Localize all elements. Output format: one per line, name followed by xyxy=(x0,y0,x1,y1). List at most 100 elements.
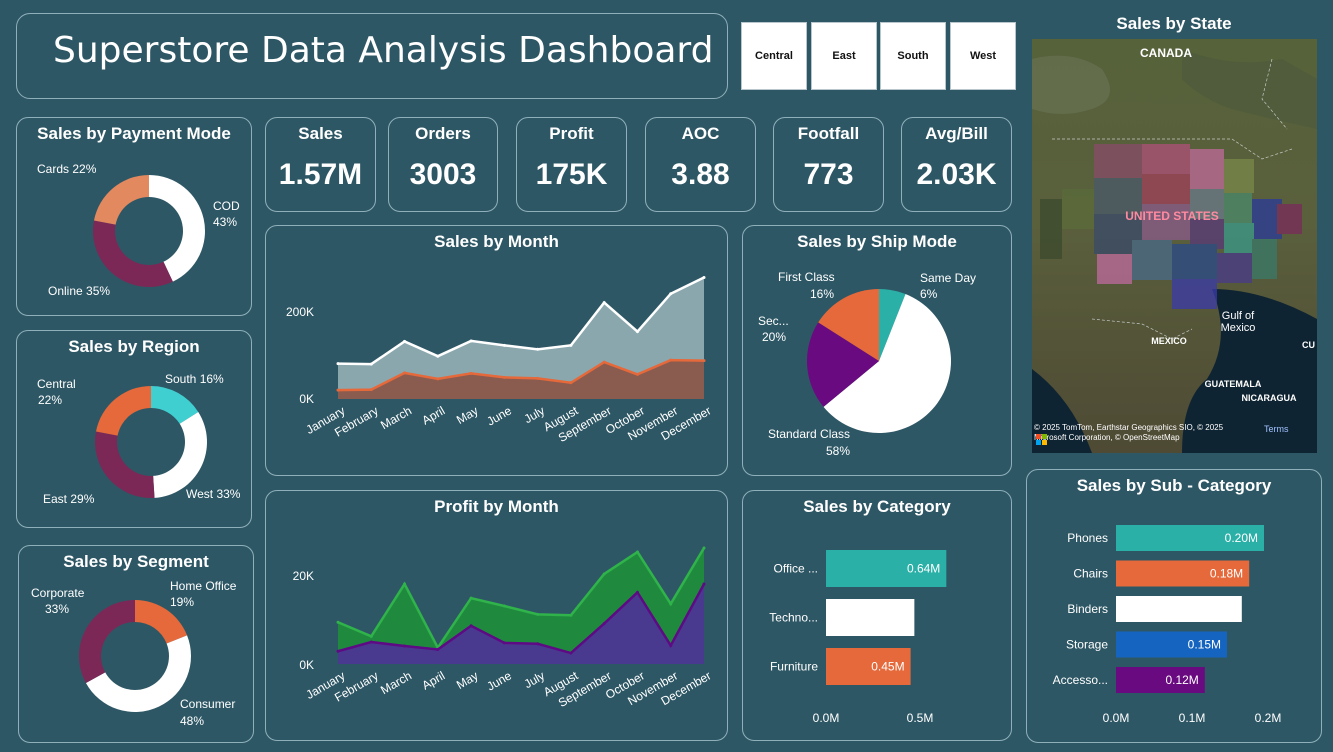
ship-mode-card: Sales by Ship Mode First Class 16% Same … xyxy=(742,225,1012,476)
kpi-aoc-card: AOC 3.88 xyxy=(645,117,756,212)
profit-month-point-1-5[interactable] xyxy=(502,641,506,645)
sales-month-point-0-4[interactable] xyxy=(469,339,473,343)
sales-month-point-1-3[interactable] xyxy=(436,377,440,381)
profit-month-point-1-10[interactable] xyxy=(669,644,673,648)
region-label-central-pct: 22% xyxy=(38,393,62,407)
kpi-profit-card: Profit 175K xyxy=(516,117,627,212)
profit-month-point-1-2[interactable] xyxy=(403,644,407,648)
profit-month-xtick-march: March xyxy=(378,668,414,697)
map-region-17 xyxy=(1132,240,1172,280)
profit-month-point-0-11[interactable] xyxy=(702,546,706,550)
profit-month-point-0-0[interactable] xyxy=(336,620,340,624)
kpi-sales-value: 1.57M xyxy=(278,158,363,191)
sales-month-point-0-11[interactable] xyxy=(702,275,706,279)
segment-donut xyxy=(79,600,192,713)
map-label-gulf-2: Mexico xyxy=(1221,322,1256,334)
map-region-2 xyxy=(1062,189,1094,229)
sales-month-point-1-5[interactable] xyxy=(502,375,506,379)
segment-card: Sales by Segment Corporate 33% Home Offi… xyxy=(18,545,254,743)
region-card: Sales by Region Central 22% South 16% We… xyxy=(16,330,252,528)
profit-month-point-0-7[interactable] xyxy=(569,613,573,617)
map-label-mexico: MEXICO xyxy=(1151,336,1187,346)
sales-month-point-0-2[interactable] xyxy=(403,339,407,343)
profit-month-point-1-4[interactable] xyxy=(469,624,473,628)
kpi-sales-label: Sales xyxy=(298,124,343,143)
map-region-21 xyxy=(1252,239,1277,279)
profit-month-chart: 20K 0K JanuaryFebruaryMarch April May June J… xyxy=(293,546,714,710)
sales-month-point-1-2[interactable] xyxy=(403,371,407,375)
profit-month-point-1-0[interactable] xyxy=(336,649,340,653)
sales-month-point-1-7[interactable] xyxy=(569,381,573,385)
sales-month-point-0-0[interactable] xyxy=(336,362,340,366)
profit-month-point-1-1[interactable] xyxy=(369,640,373,644)
profit-month-card: Profit by Month 20K 0K January February Ma… xyxy=(265,490,728,741)
subcategory-card: Sales by Sub - Category Phones 0.20M Chair… xyxy=(1026,469,1322,743)
payment-mode-chart: Cards 22% COD 43% Online 35% xyxy=(37,162,240,298)
sales-month-point-0-5[interactable] xyxy=(502,343,506,347)
kpi-orders-value: 3003 xyxy=(409,158,477,191)
slicer-west[interactable]: West xyxy=(950,22,1016,90)
kpi-avgbill-card: Avg/Bill 2.03K xyxy=(901,117,1012,212)
sales-month-point-0-1[interactable] xyxy=(369,362,373,366)
sales-month-point-1-8[interactable] xyxy=(602,360,606,364)
segment-slice-corporate[interactable] xyxy=(79,600,135,683)
sales-month-point-0-3[interactable] xyxy=(436,354,440,358)
sales-month-xtick-march: March xyxy=(378,403,414,432)
profit-month-point-0-8[interactable] xyxy=(602,572,606,576)
slicer-central[interactable]: Central xyxy=(741,22,807,90)
sales-month-point-0-9[interactable] xyxy=(635,330,639,334)
sales-month-point-1-0[interactable] xyxy=(336,388,340,392)
sales-month-point-1-6[interactable] xyxy=(536,376,540,380)
payment-slice-online[interactable] xyxy=(93,220,173,287)
sales-month-point-1-4[interactable] xyxy=(469,371,473,375)
payment-slice-cards[interactable] xyxy=(93,175,149,225)
sales-month-ytick-200k: 200K xyxy=(286,305,314,319)
category-xtick-0: 0.0M xyxy=(813,711,840,725)
map-canvas[interactable]: CANADA UNITED STATES Gulf of Mexico MEXI… xyxy=(1032,39,1317,453)
profit-month-point-0-10[interactable] xyxy=(669,602,673,606)
region-slice-west[interactable] xyxy=(153,411,208,498)
profit-month-point-0-5[interactable] xyxy=(502,604,506,608)
ship-mode-chart: First Class 16% Same Day 6% Sec... 20% S… xyxy=(758,270,976,458)
map-terms-link[interactable]: Terms xyxy=(1264,424,1289,434)
slicer-east[interactable]: East xyxy=(811,22,877,90)
profit-month-point-1-3[interactable] xyxy=(436,648,440,652)
kpi-footfall-card: Footfall 773 xyxy=(773,117,884,212)
map-label-nicaragua: NICARAGUA xyxy=(1242,393,1297,403)
profit-month-point-1-9[interactable] xyxy=(635,590,639,594)
profit-month-point-0-4[interactable] xyxy=(469,596,473,600)
sales-by-state-map[interactable]: CANADA UNITED STATES Gulf of Mexico MEXI… xyxy=(1032,39,1317,453)
profit-month-point-0-2[interactable] xyxy=(403,582,407,586)
profit-month-point-0-6[interactable] xyxy=(536,612,540,616)
ship-label-same: Same Day xyxy=(920,271,976,285)
sales-month-xtick-april: April xyxy=(420,403,448,427)
region-slice-central[interactable] xyxy=(95,386,151,436)
sales-month-point-1-1[interactable] xyxy=(369,388,373,392)
sales-month-point-0-7[interactable] xyxy=(569,343,573,347)
region-slice-east[interactable] xyxy=(95,431,155,498)
page-title: Superstore Data Analysis Dashboard xyxy=(53,30,714,71)
subcategory-bars: Phones 0.20M Chairs 0.18M Binders 0.17M Storag… xyxy=(1053,525,1264,693)
profit-month-point-1-8[interactable] xyxy=(602,622,606,626)
profit-month-point-1-11[interactable] xyxy=(702,582,706,586)
sales-month-point-0-8[interactable] xyxy=(602,301,606,305)
profit-month-point-0-9[interactable] xyxy=(635,550,639,554)
payment-label-cod: COD xyxy=(213,199,240,213)
payment-label-online: Online 35% xyxy=(48,284,110,298)
sales-month-point-1-11[interactable] xyxy=(702,359,706,363)
sales-month-point-0-6[interactable] xyxy=(536,347,540,351)
profit-month-point-0-1[interactable] xyxy=(369,634,373,638)
map-region-20 xyxy=(1217,253,1252,283)
sales-month-point-1-9[interactable] xyxy=(635,372,639,376)
profit-month-point-1-7[interactable] xyxy=(569,651,573,655)
region-label-south: South 16% xyxy=(165,372,224,386)
sales-month-point-1-10[interactable] xyxy=(669,358,673,362)
segment-chart: Corporate 33% Home Office 19% Consumer 4… xyxy=(31,579,237,728)
map-label-guatemala: GUATEMALA xyxy=(1205,379,1262,389)
sales-month-point-0-10[interactable] xyxy=(669,292,673,296)
segment-label-consumer-pct: 48% xyxy=(180,714,204,728)
category-label-furniture: Furniture xyxy=(770,660,818,674)
profit-month-xtick-may: May xyxy=(454,668,481,691)
slicer-south[interactable]: South xyxy=(880,22,946,90)
profit-month-point-1-6[interactable] xyxy=(536,642,540,646)
